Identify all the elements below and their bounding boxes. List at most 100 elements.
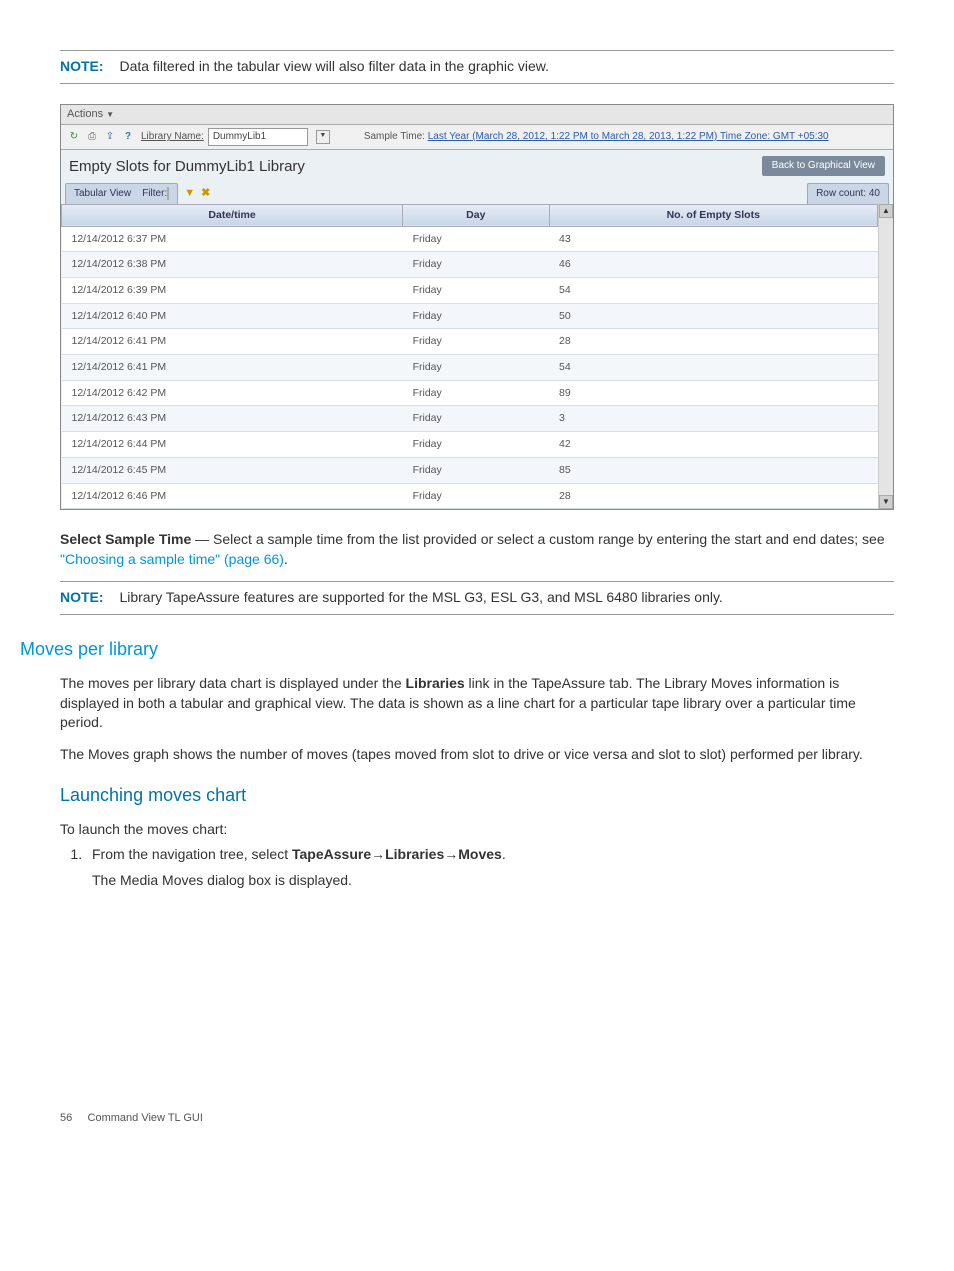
sample-time-label: Sample Time: bbox=[364, 131, 425, 142]
cell-slots: 54 bbox=[549, 278, 878, 304]
heading-launching-moves-chart: Launching moves chart bbox=[60, 783, 894, 808]
libraries-link-ref: Libraries bbox=[406, 675, 465, 691]
back-to-graphical-button[interactable]: Back to Graphical View bbox=[762, 156, 885, 176]
note-label: NOTE: bbox=[60, 58, 104, 74]
step1f: Moves bbox=[458, 846, 502, 862]
choosing-sample-time-link[interactable]: "Choosing a sample time" (page 66) bbox=[60, 551, 284, 567]
cell-day: Friday bbox=[403, 278, 549, 304]
cell-slots: 85 bbox=[549, 457, 878, 483]
empty-slots-table: Date/time Day No. of Empty Slots 12/14/2… bbox=[61, 204, 878, 509]
tab-tabular-view[interactable]: Tabular View Filter: bbox=[65, 183, 178, 204]
step1-sub: The Media Moves dialog box is displayed. bbox=[92, 871, 894, 891]
step1b: TapeAssure bbox=[292, 846, 371, 862]
actions-label: Actions bbox=[67, 108, 103, 120]
note-block-filter: NOTE: Data filtered in the tabular view … bbox=[60, 50, 894, 84]
step1d: Libraries bbox=[385, 846, 444, 862]
cell-day: Friday bbox=[403, 329, 549, 355]
cell-slots: 28 bbox=[549, 483, 878, 509]
cell-day: Friday bbox=[403, 355, 549, 381]
cell-datetime: 12/14/2012 6:43 PM bbox=[62, 406, 403, 432]
panel-titlebar: Empty Slots for DummyLib1 Library Back t… bbox=[61, 150, 893, 183]
cell-slots: 28 bbox=[549, 329, 878, 355]
cell-datetime: 12/14/2012 6:44 PM bbox=[62, 432, 403, 458]
chevron-down-icon: ▼ bbox=[106, 110, 114, 119]
scroll-down-icon[interactable]: ▼ bbox=[879, 495, 893, 509]
cell-datetime: 12/14/2012 6:42 PM bbox=[62, 380, 403, 406]
table-row[interactable]: 12/14/2012 6:38 PMFriday46 bbox=[62, 252, 878, 278]
dropdown-arrow-icon[interactable]: ▼ bbox=[316, 130, 330, 144]
table-row[interactable]: 12/14/2012 6:42 PMFriday89 bbox=[62, 380, 878, 406]
select-sample-time-text2: . bbox=[284, 551, 288, 567]
table-row[interactable]: 12/14/2012 6:39 PMFriday54 bbox=[62, 278, 878, 304]
cell-datetime: 12/14/2012 6:45 PM bbox=[62, 457, 403, 483]
row-count-badge: Row count: 40 bbox=[807, 183, 889, 204]
export-icon[interactable]: ⇪ bbox=[103, 130, 117, 144]
page-footer: 56 Command View TL GUI bbox=[60, 1111, 894, 1126]
library-name-label: Library Name: bbox=[141, 130, 204, 144]
cell-day: Friday bbox=[403, 457, 549, 483]
cell-day: Friday bbox=[403, 226, 549, 252]
cell-slots: 3 bbox=[549, 406, 878, 432]
note-label: NOTE: bbox=[60, 589, 104, 605]
tabbar: Tabular View Filter: ▼ ✖ Row count: 40 bbox=[61, 183, 893, 204]
table-row[interactable]: 12/14/2012 6:41 PMFriday28 bbox=[62, 329, 878, 355]
table-header-row: Date/time Day No. of Empty Slots bbox=[62, 204, 878, 226]
table-row[interactable]: 12/14/2012 6:40 PMFriday50 bbox=[62, 303, 878, 329]
step1c: → bbox=[371, 846, 385, 862]
table-row[interactable]: 12/14/2012 6:46 PMFriday28 bbox=[62, 483, 878, 509]
cell-datetime: 12/14/2012 6:46 PM bbox=[62, 483, 403, 509]
table-row[interactable]: 12/14/2012 6:44 PMFriday42 bbox=[62, 432, 878, 458]
cell-slots: 42 bbox=[549, 432, 878, 458]
tab-label: Tabular View bbox=[74, 188, 131, 199]
table-row[interactable]: 12/14/2012 6:41 PMFriday54 bbox=[62, 355, 878, 381]
note-text: Library TapeAssure features are supporte… bbox=[119, 589, 722, 605]
col-day[interactable]: Day bbox=[403, 204, 549, 226]
toolbar: ↻ ⎙ ⇪ ? Library Name: DummyLib1 ▼ Sample… bbox=[61, 125, 893, 150]
step1e: → bbox=[444, 846, 458, 862]
cell-datetime: 12/14/2012 6:41 PM bbox=[62, 329, 403, 355]
cell-datetime: 12/14/2012 6:40 PM bbox=[62, 303, 403, 329]
sample-time: Sample Time: Last Year (March 28, 2012, … bbox=[364, 130, 829, 144]
filter-apply-icon[interactable]: ▼ bbox=[184, 186, 195, 201]
select-sample-time-para: Select Sample Time — Select a sample tim… bbox=[60, 530, 894, 569]
scrollbar[interactable]: ▲ ▼ bbox=[878, 204, 893, 509]
cell-slots: 89 bbox=[549, 380, 878, 406]
library-name-select[interactable]: DummyLib1 bbox=[208, 128, 308, 146]
moves-p2: The Moves graph shows the number of move… bbox=[60, 745, 894, 765]
cell-day: Friday bbox=[403, 483, 549, 509]
cell-slots: 46 bbox=[549, 252, 878, 278]
print-icon[interactable]: ⎙ bbox=[85, 130, 99, 144]
moves-p1a: The moves per library data chart is disp… bbox=[60, 675, 406, 691]
panel-title: Empty Slots for DummyLib1 Library bbox=[69, 156, 305, 177]
scroll-up-icon[interactable]: ▲ bbox=[879, 204, 893, 218]
library-name-value: DummyLib1 bbox=[213, 130, 266, 144]
table-row[interactable]: 12/14/2012 6:37 PMFriday43 bbox=[62, 226, 878, 252]
cell-datetime: 12/14/2012 6:39 PM bbox=[62, 278, 403, 304]
launch-steps: From the navigation tree, select TapeAss… bbox=[60, 845, 894, 890]
help-icon[interactable]: ? bbox=[121, 130, 135, 144]
actions-menu[interactable]: Actions ▼ bbox=[61, 105, 893, 125]
filter-clear-icon[interactable]: ✖ bbox=[201, 186, 210, 201]
refresh-icon[interactable]: ↻ bbox=[67, 130, 81, 144]
sample-time-link[interactable]: Last Year (March 28, 2012, 1:22 PM to Ma… bbox=[428, 131, 829, 142]
launch-step-1: From the navigation tree, select TapeAss… bbox=[86, 845, 894, 890]
filter-label: Filter: bbox=[142, 188, 167, 199]
filter-input[interactable] bbox=[167, 187, 169, 200]
cell-datetime: 12/14/2012 6:37 PM bbox=[62, 226, 403, 252]
col-datetime[interactable]: Date/time bbox=[62, 204, 403, 226]
moves-p1: The moves per library data chart is disp… bbox=[60, 674, 894, 733]
note-block-libraries: NOTE: Library TapeAssure features are su… bbox=[60, 581, 894, 615]
cell-day: Friday bbox=[403, 380, 549, 406]
table-row[interactable]: 12/14/2012 6:45 PMFriday85 bbox=[62, 457, 878, 483]
table-row[interactable]: 12/14/2012 6:43 PMFriday3 bbox=[62, 406, 878, 432]
select-sample-time-lead: Select Sample Time bbox=[60, 531, 191, 547]
launch-intro: To launch the moves chart: bbox=[60, 820, 894, 840]
cell-day: Friday bbox=[403, 252, 549, 278]
cell-slots: 43 bbox=[549, 226, 878, 252]
select-sample-time-text1: — Select a sample time from the list pro… bbox=[191, 531, 884, 547]
cell-datetime: 12/14/2012 6:41 PM bbox=[62, 355, 403, 381]
cell-day: Friday bbox=[403, 406, 549, 432]
cell-slots: 54 bbox=[549, 355, 878, 381]
col-empty-slots[interactable]: No. of Empty Slots bbox=[549, 204, 878, 226]
page-number: 56 bbox=[60, 1112, 72, 1124]
